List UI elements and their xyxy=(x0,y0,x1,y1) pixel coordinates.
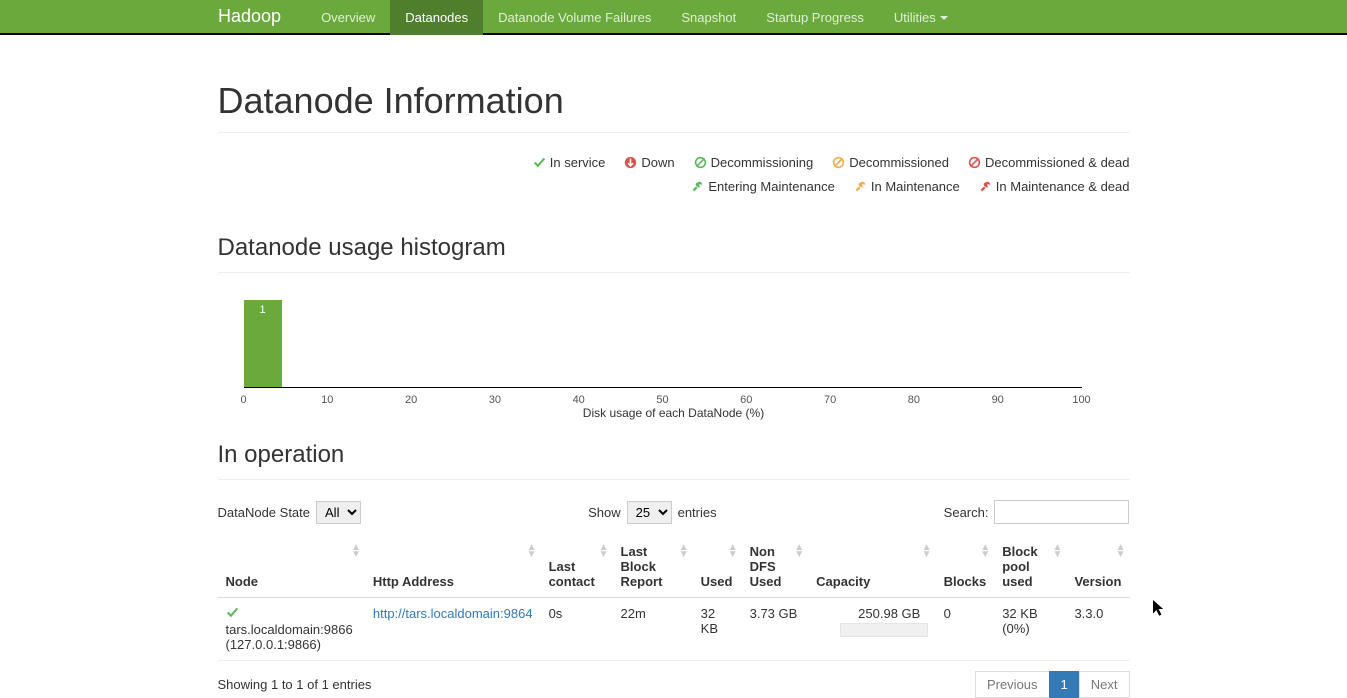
show-select[interactable]: 25 xyxy=(627,501,672,524)
check-icon xyxy=(226,607,239,622)
col-blocks[interactable]: Blocks▲▼ xyxy=(936,536,995,598)
legend-in-maintenance: In Maintenance xyxy=(853,175,960,199)
col-capacity[interactable]: Capacity▲▼ xyxy=(808,536,935,598)
chart-tick: 20 xyxy=(405,394,417,406)
legend-decommissioned: Decommissioned xyxy=(831,151,949,175)
last-contact: 0s xyxy=(541,598,613,661)
next-button[interactable]: Next xyxy=(1079,671,1130,698)
sort-icon: ▲▼ xyxy=(351,544,361,558)
chart-tick: 80 xyxy=(908,394,920,406)
state-label: DataNode State xyxy=(218,505,311,520)
check-icon xyxy=(532,153,546,177)
chart-tick: 60 xyxy=(740,394,752,406)
col-last-contact[interactable]: Last contact▲▼ xyxy=(541,536,613,598)
table-row: tars.localdomain:9866(127.0.0.1:9866) htt… xyxy=(218,598,1130,661)
sort-icon: ▲▼ xyxy=(679,544,689,558)
chart-tick: 70 xyxy=(824,394,836,406)
col-block-pool-used[interactable]: Block pool used▲▼ xyxy=(994,536,1066,598)
col-used[interactable]: Used▲▼ xyxy=(693,536,742,598)
histogram-bar-0: 1 xyxy=(244,300,282,388)
col-node[interactable]: Node▲▼ xyxy=(218,536,365,598)
non-dfs-used: 3.73 GB xyxy=(742,598,809,661)
navbar: Hadoop OverviewDatanodesDatanode Volume … xyxy=(0,0,1347,35)
last-block-report: 22m xyxy=(613,598,693,661)
legend-decommissioned-dead: Decommissioned & dead xyxy=(967,151,1130,175)
block-pool-used: 32 KB (0%) xyxy=(994,598,1066,661)
sort-icon: ▲▼ xyxy=(1116,544,1126,558)
node-ip: (127.0.0.1:9866) xyxy=(226,637,321,652)
node-host: tars.localdomain:9866 xyxy=(226,622,353,637)
legend-in-maintenance-dead: In Maintenance & dead xyxy=(978,175,1130,199)
down-icon xyxy=(623,153,637,177)
state-select[interactable]: All xyxy=(316,501,361,524)
chart-tick: 40 xyxy=(573,394,585,406)
sort-icon: ▲▼ xyxy=(794,544,804,558)
version: 3.3.0 xyxy=(1066,598,1129,661)
chart-tick: 30 xyxy=(489,394,501,406)
show-label: Show xyxy=(588,505,621,520)
wrench-icon xyxy=(978,177,992,201)
chevron-down-icon xyxy=(940,16,948,20)
chart-xlabel: Disk usage of each DataNode (%) xyxy=(218,406,1130,420)
slash-icon xyxy=(831,153,845,177)
http-address-link[interactable]: http://tars.localdomain:9864 xyxy=(373,606,533,621)
datanodes-table: Node▲▼Http Address▲▼Last contact▲▼Last B… xyxy=(218,536,1130,661)
legend-decommissioning: Decommissioning xyxy=(693,151,814,175)
histogram-title: Datanode usage histogram xyxy=(218,234,1130,262)
nav-overview[interactable]: Overview xyxy=(306,0,390,35)
status-legend: In service Down Decommissioning Decommissio… xyxy=(218,151,1130,199)
slash-icon xyxy=(693,153,707,177)
show-suffix: entries xyxy=(678,505,717,520)
sort-icon: ▲▼ xyxy=(922,544,932,558)
legend-in-service: In service xyxy=(532,151,606,175)
sort-icon: ▲▼ xyxy=(527,544,537,558)
search-input[interactable] xyxy=(994,500,1129,524)
col-non-dfs-used[interactable]: Non DFS Used▲▼ xyxy=(742,536,809,598)
nav-snapshot[interactable]: Snapshot xyxy=(666,0,751,35)
chart-tick: 50 xyxy=(656,394,668,406)
in-operation-title: In operation xyxy=(218,441,1130,469)
chart-tick: 10 xyxy=(321,394,333,406)
nav-datanode-volume-failures[interactable]: Datanode Volume Failures xyxy=(483,0,666,35)
sort-icon: ▲▼ xyxy=(728,544,738,558)
brand[interactable]: Hadoop xyxy=(218,6,296,27)
blocks: 0 xyxy=(936,598,995,661)
capacity: 250.98 GB xyxy=(858,606,920,621)
sort-icon: ▲▼ xyxy=(599,544,609,558)
nav-startup-progress[interactable]: Startup Progress xyxy=(751,0,879,35)
wrench-icon xyxy=(853,177,867,201)
cursor-icon xyxy=(1153,600,1171,618)
chart-tick: 0 xyxy=(240,394,246,406)
sort-icon: ▲▼ xyxy=(1053,544,1063,558)
used: 32 KB xyxy=(693,598,742,661)
table-controls: DataNode State All Show 25 entries Searc… xyxy=(218,500,1130,524)
col-last-block-report[interactable]: Last Block Report▲▼ xyxy=(613,536,693,598)
legend-entering-maintenance: Entering Maintenance xyxy=(690,175,834,199)
nav-datanodes[interactable]: Datanodes xyxy=(390,0,483,35)
capacity-bar xyxy=(840,623,928,637)
sort-icon: ▲▼ xyxy=(980,544,990,558)
page-title: Datanode Information xyxy=(218,80,1130,122)
nav-utilities[interactable]: Utilities xyxy=(879,0,963,35)
legend-down: Down xyxy=(623,151,674,175)
usage-histogram: 1 0102030405060708090100 Disk usage of e… xyxy=(218,291,1130,406)
col-http-address[interactable]: Http Address▲▼ xyxy=(365,536,541,598)
pagination: Previous 1 Next xyxy=(976,671,1130,698)
chart-tick: 90 xyxy=(992,394,1004,406)
chart-tick: 100 xyxy=(1072,394,1090,406)
col-version[interactable]: Version▲▼ xyxy=(1066,536,1129,598)
slash-icon xyxy=(967,153,981,177)
table-info: Showing 1 to 1 of 1 entries xyxy=(218,677,372,692)
wrench-icon xyxy=(690,177,704,201)
page-1-button[interactable]: 1 xyxy=(1049,671,1080,698)
search-label: Search: xyxy=(944,505,989,520)
prev-button[interactable]: Previous xyxy=(975,671,1050,698)
